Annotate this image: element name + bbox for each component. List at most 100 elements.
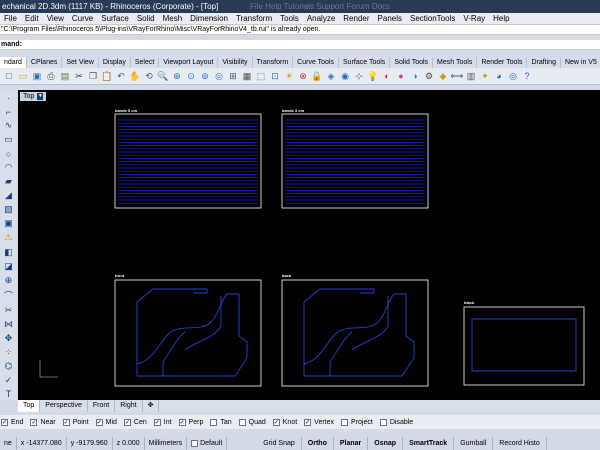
save-icon[interactable]: ▣ [31, 70, 43, 83]
zoom-window-icon[interactable]: ⊕ [171, 70, 183, 83]
osnap-int[interactable]: ✓ Int [153, 418, 172, 426]
menu-render[interactable]: Render [339, 13, 373, 25]
toolbar-tab-display[interactable]: Display [99, 57, 131, 68]
osnap-knot[interactable]: ✓ Knot [272, 418, 297, 426]
properties-icon[interactable]: ◉ [339, 70, 351, 83]
osnap-vertex[interactable]: ✓ Vertex [304, 418, 334, 426]
front-profile-outer-profile[interactable] [136, 288, 208, 376]
osnap-near[interactable]: ✓ Near [30, 418, 56, 426]
osnap-disable[interactable]: Disable [379, 418, 413, 426]
menu-solid[interactable]: Solid [133, 13, 159, 25]
toolbar-tab-viewport-layout[interactable]: Viewport Layout [159, 57, 219, 68]
color-icon[interactable]: ◆ [437, 70, 449, 83]
curve-icon[interactable]: ∿ [3, 120, 15, 131]
status-units[interactable]: Millimeters [145, 437, 188, 450]
front-profile-mid-curve[interactable] [184, 296, 222, 351]
join-icon[interactable]: ⋈ [3, 319, 15, 330]
zoom-selected-icon[interactable]: ⊚ [199, 70, 211, 83]
undo-icon[interactable]: ↶ [115, 70, 127, 83]
view-tab-right[interactable]: Right [115, 400, 143, 412]
show-icon[interactable]: ☀ [283, 70, 295, 83]
point-icon[interactable]: · [3, 92, 15, 103]
copy-icon[interactable]: ❐ [87, 70, 99, 83]
toolbar-tab-mesh-tools[interactable]: Mesh Tools [433, 57, 478, 68]
back-profile-outer-profile[interactable] [303, 288, 375, 376]
toolbar-tab-cplanes[interactable]: CPlanes [27, 57, 63, 68]
options-icon[interactable]: ⚙ [423, 70, 435, 83]
menu-curve[interactable]: Curve [68, 13, 97, 25]
menu-surface[interactable]: Surface [97, 13, 133, 25]
layer-icon[interactable]: ◈ [325, 70, 337, 83]
mesh-icon[interactable]: ◪ [3, 261, 15, 272]
material-icon[interactable]: ● [395, 70, 407, 83]
lock-icon[interactable]: 🔒 [311, 70, 323, 83]
osnap-perp-checkbox[interactable]: ✓ [178, 418, 186, 426]
osnap-project-checkbox[interactable] [341, 418, 349, 426]
black-label[interactable]: black [464, 300, 475, 305]
zoom-icon[interactable]: 🔍 [157, 70, 169, 83]
circle-icon[interactable]: ○ [3, 148, 15, 159]
polyline-icon[interactable]: ⌐ [3, 106, 15, 117]
status-toggle-record-histo[interactable]: Record Histo [493, 437, 547, 450]
trim-icon[interactable]: ✂ [3, 305, 15, 316]
surface-icon[interactable]: ▰ [3, 176, 15, 187]
back-profile-left-curve[interactable] [329, 331, 353, 376]
menu-transform[interactable]: Transform [232, 13, 276, 25]
osnap-disable-checkbox[interactable] [379, 418, 387, 426]
osnap-point[interactable]: ✓ Point [62, 418, 89, 426]
move-icon[interactable]: ✥ [3, 333, 15, 344]
back-profile-label[interactable]: back [282, 273, 292, 278]
fillet-icon[interactable]: ⌒ [3, 289, 15, 302]
boolean-icon[interactable]: ⊕ [3, 275, 15, 286]
status-toggle-ortho[interactable]: Ortho [302, 437, 334, 450]
four-views-icon[interactable]: ⊞ [227, 70, 239, 83]
vray-render-icon[interactable]: ◎ [507, 70, 519, 83]
hide-icon[interactable]: ⊗ [297, 70, 309, 83]
osnap-perp[interactable]: ✓ Perp [178, 418, 203, 426]
open-icon[interactable]: ▭ [17, 70, 29, 83]
pan-hand-icon[interactable]: ✋ [129, 70, 141, 83]
arc-icon[interactable]: ◠ [3, 162, 15, 173]
print-icon[interactable]: ⎙ [45, 70, 57, 83]
menu-help[interactable]: Help [489, 13, 513, 25]
toolbar-tab-drafting[interactable]: Drafting [527, 57, 561, 68]
solid-icon[interactable]: ◧ [3, 247, 15, 258]
front-profile-right-profile[interactable] [137, 293, 248, 377]
array-icon[interactable]: ⁘ [3, 347, 15, 358]
back-profile-inner-curve[interactable] [303, 293, 395, 365]
import-icon[interactable]: ▤ [59, 70, 71, 83]
status-toggle-planar[interactable]: Planar [334, 437, 369, 450]
osnap-vertex-checkbox[interactable]: ✓ [304, 418, 312, 426]
osnap-tan[interactable]: Tan [210, 418, 232, 426]
zoom-extents-icon[interactable]: ⊙ [185, 70, 197, 83]
paste-icon[interactable]: 📋 [101, 70, 113, 83]
select-icon[interactable]: ⊡ [269, 70, 281, 83]
toolbar-tab-ndard[interactable]: ndard [0, 57, 27, 68]
osnap-end[interactable]: ✓ End [1, 418, 23, 426]
osnap-quad-checkbox[interactable] [238, 418, 246, 426]
box-icon[interactable]: ▣ [3, 218, 15, 229]
black-inner-rect[interactable] [471, 318, 577, 372]
back-profile-mid-curve[interactable] [351, 296, 389, 351]
toolbar-tab-curve-tools[interactable]: Curve Tools [293, 57, 340, 68]
status-toggle-smarttrack[interactable]: SmartTrack [403, 437, 455, 450]
rectangle-icon[interactable]: ▭ [3, 134, 15, 145]
menu-tools[interactable]: Tools [276, 13, 303, 25]
osnap-tan-checkbox[interactable] [210, 418, 218, 426]
raytrace-icon[interactable]: ◕ [493, 70, 505, 83]
new-icon[interactable]: □ [3, 70, 15, 83]
command-prompt[interactable]: mand: [0, 40, 600, 50]
status-toggle-osnap[interactable]: Osnap [368, 437, 404, 450]
front-profile-left-curve[interactable] [162, 331, 186, 376]
status-layer[interactable]: Default [187, 437, 228, 450]
layout-icon[interactable]: ▥ [465, 70, 477, 83]
status-toggle-gumball[interactable]: Gumball [454, 437, 494, 450]
menu-edit[interactable]: Edit [21, 13, 43, 25]
menu-mesh[interactable]: Mesh [159, 13, 187, 25]
render-icon[interactable]: ◐ [381, 70, 393, 83]
osnap-project[interactable]: Project [341, 418, 373, 426]
toolbar-tab-visibility[interactable]: Visibility [218, 57, 253, 68]
viewport-title[interactable]: Top ▼ [20, 92, 47, 101]
sweep-icon[interactable]: ◢ [3, 190, 15, 201]
toolbar-tab-new-in-v5[interactable]: New in V5 [561, 57, 600, 68]
